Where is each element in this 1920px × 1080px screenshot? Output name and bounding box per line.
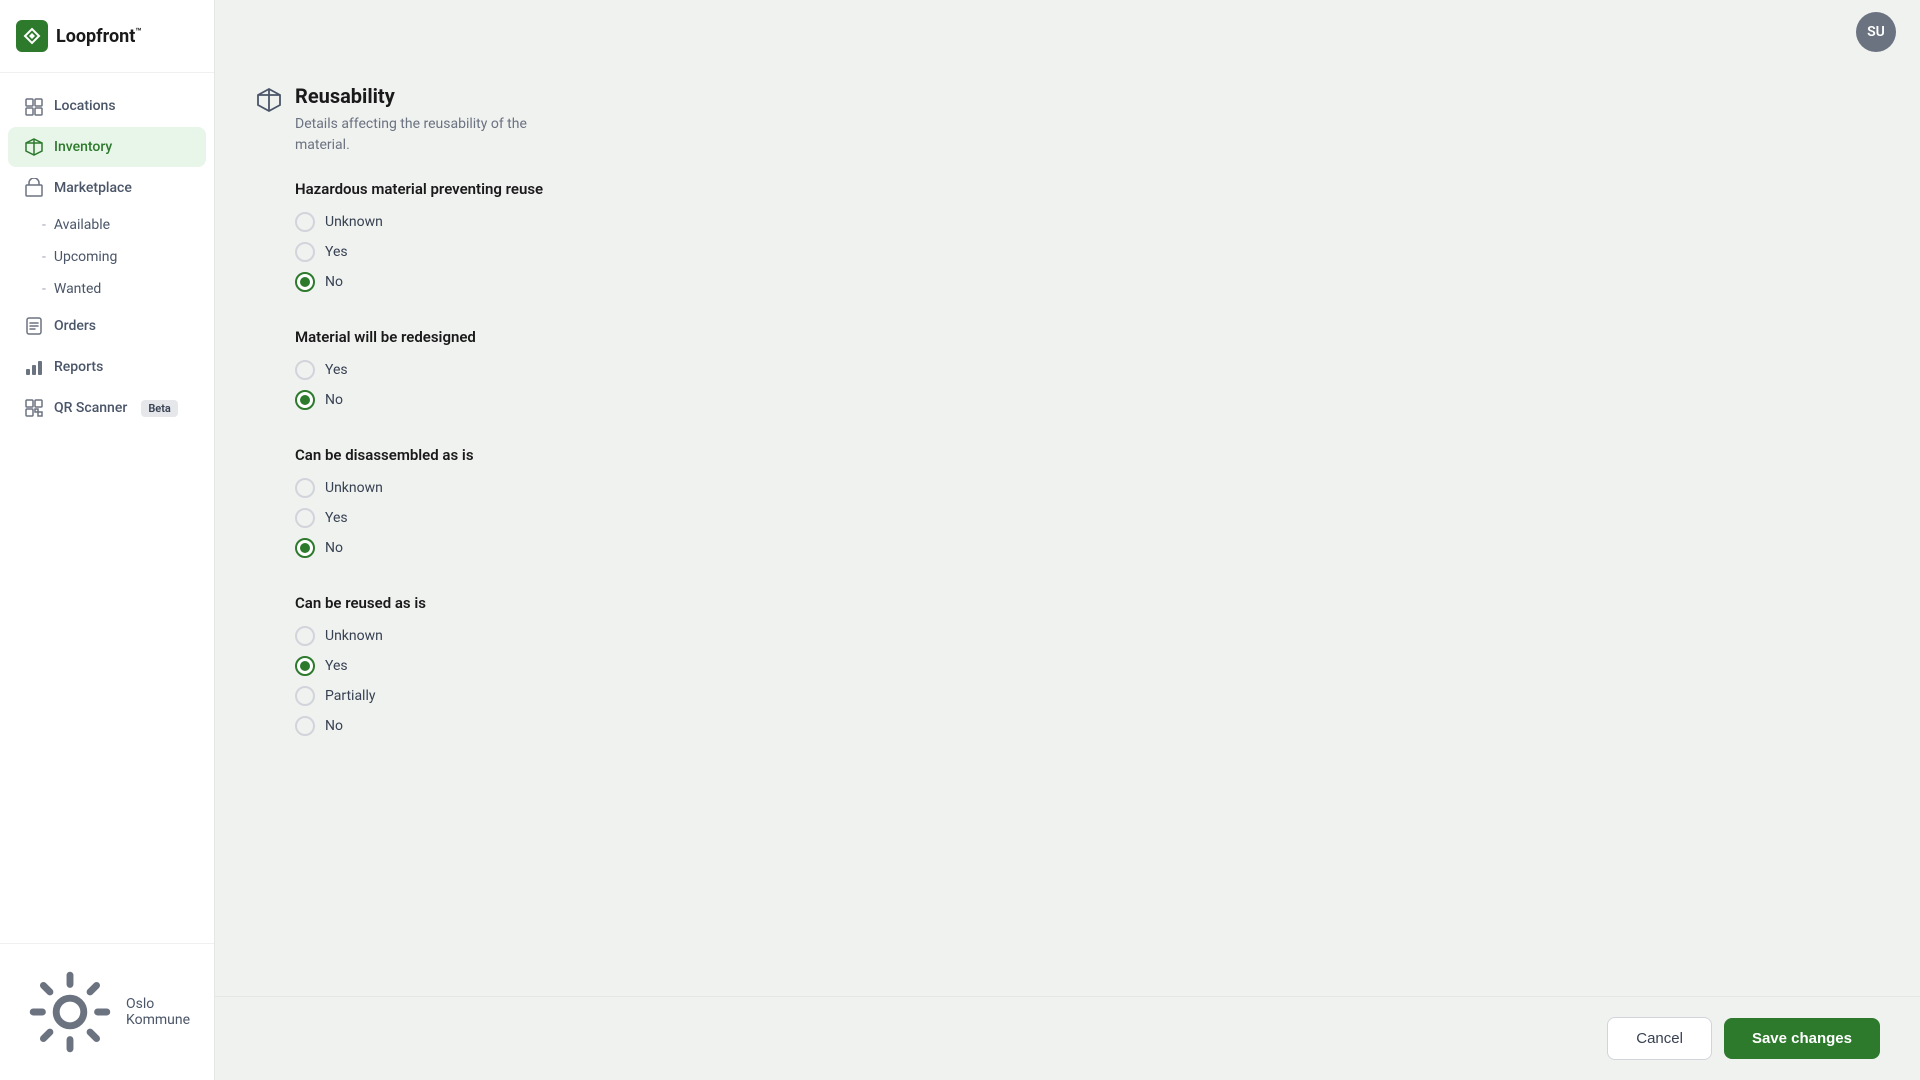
question-reused-label: Can be reused as is [295,594,1880,612]
sidebar-item-orders[interactable]: Orders [8,306,206,346]
marketplace-icon [24,178,44,198]
radio-reused-yes[interactable]: Yes [295,656,1880,676]
location-icon [24,96,44,116]
sidebar-item-wanted[interactable]: Wanted [0,273,214,305]
sidebar: Loopfront™ Locations Inventory [0,0,215,1080]
cancel-button[interactable]: Cancel [1607,1017,1712,1060]
question-redesigned-label: Material will be redesigned [295,328,1880,346]
logo-icon [16,20,48,52]
header: SU [215,0,1920,64]
app-name: Loopfront™ [56,26,142,47]
radio-circle [295,626,315,646]
sidebar-qr-label: QR Scanner [54,400,127,416]
radio-group-reused: Unknown Yes Partially No [295,626,1880,736]
sidebar-footer: Oslo Kommune [0,943,214,1080]
radio-circle [295,212,315,232]
question-hazardous-label: Hazardous material preventing reuse [295,180,1880,198]
content-area: Reusability Details affecting the reusab… [215,64,1920,996]
radio-redesigned-yes[interactable]: Yes [295,360,1880,380]
question-disassembled: Can be disassembled as is Unknown Yes No [295,446,1880,558]
sidebar-locations-label: Locations [54,98,116,114]
radio-group-disassembled: Unknown Yes No [295,478,1880,558]
reports-icon [24,357,44,377]
inventory-icon [24,137,44,157]
radio-hazardous-unknown[interactable]: Unknown [295,212,1880,232]
radio-label: Unknown [325,214,383,230]
radio-reused-no[interactable]: No [295,716,1880,736]
orders-icon [24,316,44,336]
radio-circle-checked [295,272,315,292]
radio-hazardous-no[interactable]: No [295,272,1880,292]
question-disassembled-label: Can be disassembled as is [295,446,1880,464]
sidebar-nav: Locations Inventory Marketplace Availabl… [0,73,214,943]
radio-circle [295,508,315,528]
sidebar-reports-label: Reports [54,359,103,375]
radio-circle [295,716,315,736]
question-hazardous: Hazardous material preventing reuse Unkn… [295,180,1880,292]
section-info: Reusability Details affecting the reusab… [295,84,527,156]
radio-disassembled-yes[interactable]: Yes [295,508,1880,528]
sidebar-item-marketplace[interactable]: Marketplace [8,168,206,208]
radio-disassembled-unknown[interactable]: Unknown [295,478,1880,498]
form-section: Hazardous material preventing reuse Unkn… [295,180,1880,772]
radio-disassembled-no[interactable]: No [295,538,1880,558]
radio-label: Yes [325,244,348,260]
sidebar-item-locations[interactable]: Locations [8,86,206,126]
radio-label: No [325,274,343,290]
radio-group-hazardous: Unknown Yes No [295,212,1880,292]
org-name: Oslo Kommune [126,996,190,1028]
qr-beta-badge: Beta [141,400,178,417]
radio-circle-checked [295,538,315,558]
radio-hazardous-yes[interactable]: Yes [295,242,1880,262]
radio-label: Yes [325,658,348,674]
radio-label: Yes [325,510,348,526]
radio-circle [295,242,315,262]
settings-icon [24,966,116,1058]
sidebar-marketplace-label: Marketplace [54,180,132,196]
radio-reused-partially[interactable]: Partially [295,686,1880,706]
section-header: Reusability Details affecting the reusab… [255,64,1880,156]
save-button[interactable]: Save changes [1724,1018,1880,1059]
sidebar-item-upcoming[interactable]: Upcoming [0,241,214,273]
sidebar-item-reports[interactable]: Reports [8,347,206,387]
question-redesigned: Material will be redesigned Yes No [295,328,1880,410]
radio-label: Partially [325,688,376,704]
radio-label: No [325,718,343,734]
radio-circle-checked [295,656,315,676]
radio-circle [295,686,315,706]
org-item[interactable]: Oslo Kommune [8,956,206,1068]
radio-label: Unknown [325,628,383,644]
sidebar-orders-label: Orders [54,318,96,334]
reusability-icon [255,86,283,114]
footer-bar: Cancel Save changes [215,996,1920,1080]
radio-label: Unknown [325,480,383,496]
radio-label: No [325,540,343,556]
qr-icon [24,398,44,418]
radio-label: Yes [325,362,348,378]
radio-circle-checked [295,390,315,410]
main-content: SU Reusability Details affecting the reu… [215,0,1920,1080]
sidebar-item-available[interactable]: Available [0,209,214,241]
sidebar-inventory-label: Inventory [54,139,112,155]
radio-label: No [325,392,343,408]
question-reused: Can be reused as is Unknown Yes Partiall… [295,594,1880,736]
section-desc: Details affecting the reusability of the… [295,114,527,156]
radio-circle [295,478,315,498]
user-avatar[interactable]: SU [1856,12,1896,52]
radio-redesigned-no[interactable]: No [295,390,1880,410]
radio-circle [295,360,315,380]
radio-group-redesigned: Yes No [295,360,1880,410]
section-title: Reusability [295,84,527,108]
radio-reused-unknown[interactable]: Unknown [295,626,1880,646]
sidebar-item-qr-scanner[interactable]: QR Scanner Beta [8,388,206,428]
logo: Loopfront™ [0,0,214,73]
sidebar-item-inventory[interactable]: Inventory [8,127,206,167]
